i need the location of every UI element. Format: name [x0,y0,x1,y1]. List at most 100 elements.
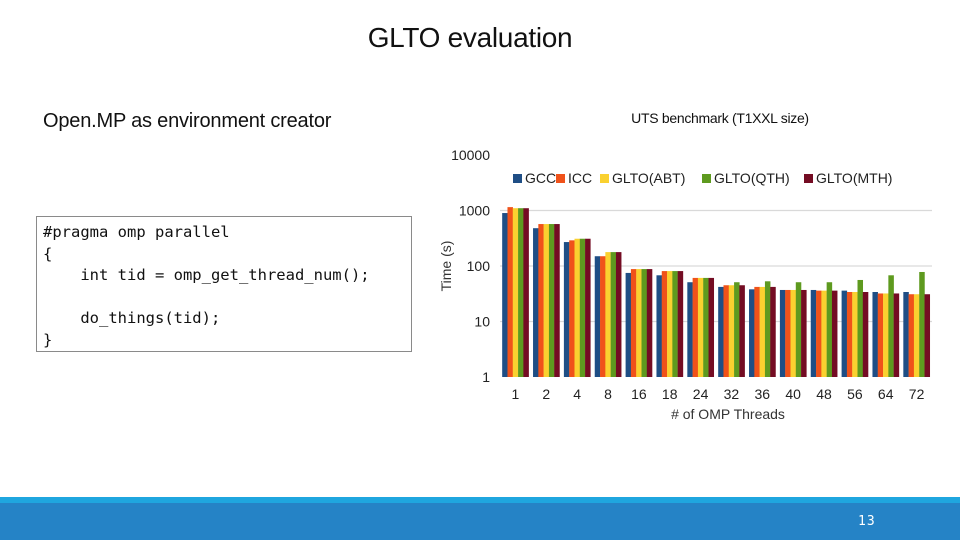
x-tick-label: 2 [542,386,550,402]
x-tick-label: 4 [573,386,581,402]
bar-gcc-56 [841,290,848,377]
x-tick-label: 32 [724,386,740,402]
x-tick-label: 18 [662,386,678,402]
bar-gltoqth-48 [826,282,833,377]
legend-label: GLTO(ABT) [612,170,685,186]
bar-chart: 110100100010000 1 2 4 8 16 18 24 32 36 40 48 56 64 72… [438,147,932,422]
legend-swatch [556,174,565,183]
legend-label: GCC [525,170,556,186]
bar-gcc-36 [749,289,755,377]
bar-gltoqth-16 [641,269,648,377]
bar-icc-36 [754,286,760,377]
legend-label: ICC [568,170,592,186]
bar-gcc-72 [903,292,909,377]
y-axis-ticks: 1 10 100 1000 10000 [451,147,490,385]
bar-gltoabt-24 [697,277,704,377]
bar-gltoabt-4 [574,238,580,377]
legend-swatch [513,174,522,183]
y-tick-label: 10000 [451,147,490,163]
bars [502,207,931,377]
x-tick-label: 56 [847,386,863,402]
bar-gltomth-1 [523,208,529,377]
bar-gltomth-2 [554,224,560,377]
bar-gltomth-64 [893,293,900,377]
x-tick-label: 64 [878,386,894,402]
y-tick-label: 1000 [459,203,490,219]
y-tick-label: 1 [482,369,490,385]
bar-gcc-64 [872,292,878,377]
bar-icc-32 [723,285,729,377]
bar-icc-2 [538,224,544,377]
code-line: { [43,244,53,263]
bar-gcc-2 [533,228,539,377]
code-line: int tid = omp_get_thread_num(); [43,266,370,284]
bar-gltoabt-2 [543,224,550,377]
legend-swatch [600,174,609,183]
bar-gcc-40 [779,289,786,377]
bar-gltoqth-24 [703,277,709,377]
page-number: 13 [858,514,876,529]
x-tick-label: 24 [693,386,709,402]
x-axis-label: # of OMP Threads [671,406,785,422]
bar-icc-8 [600,256,606,377]
footer-bar [0,503,960,540]
bar-gltoqth-18 [672,271,678,377]
x-tick-label: 48 [816,386,832,402]
bar-gcc-4 [563,242,570,377]
bar-icc-48 [816,290,822,377]
bar-icc-1 [507,207,513,377]
bar-gltoqth-8 [610,252,617,377]
legend: GCC ICC GLTO(ABT) GLTO(QTH) GLTO(MTH) [513,170,892,186]
bar-gltomth-8 [615,252,622,377]
bar-gltoqth-2 [548,224,555,377]
bar-icc-40 [785,289,791,377]
bar-icc-16 [630,269,637,377]
y-axis-label: Time (s) [438,241,454,292]
x-tick-label: 40 [785,386,801,402]
legend-swatch [702,174,711,183]
bar-gltomth-72 [924,294,931,377]
bar-gltoabt-32 [728,285,735,377]
bar-gltoabt-36 [759,286,766,377]
chart-title: UTS benchmark (T1XXL size) [631,110,809,126]
bar-gltoqth-36 [764,281,771,377]
code-line: do_things(tid); [43,309,221,327]
x-tick-label: 16 [631,386,647,402]
x-tick-label: 72 [909,386,925,402]
bar-icc-64 [877,293,884,377]
legend-label: GLTO(MTH) [816,170,892,186]
bar-gltoqth-4 [579,238,586,377]
bar-gcc-18 [656,275,662,377]
bar-gltomth-40 [801,289,807,377]
bar-gcc-8 [594,256,601,377]
bar-gcc-32 [718,286,724,377]
slide-subtitle: Open.MP as environment creator [43,110,332,132]
bar-gltoqth-64 [888,275,894,377]
bar-gltoqth-1 [518,208,524,377]
bar-gltoqth-32 [734,282,740,377]
legend-swatch [804,174,813,183]
bar-gltomth-24 [708,277,715,377]
bar-gltomth-4 [585,238,591,377]
bar-gltoabt-56 [852,292,858,377]
bar-icc-18 [661,271,668,377]
bar-gltomth-48 [831,290,838,377]
bar-icc-72 [908,294,915,377]
code-line: #pragma omp parallel [43,223,230,241]
bar-gltomth-36 [770,286,776,377]
bar-icc-56 [846,292,853,377]
bar-gltoabt-48 [821,290,827,377]
x-tick-label: 8 [604,386,612,402]
x-tick-label: 36 [754,386,770,402]
bar-gltoqth-40 [795,282,802,377]
bar-gltoabt-72 [913,294,920,377]
legend-label: GLTO(QTH) [714,170,790,186]
bar-gltoqth-72 [919,271,925,377]
bar-gcc-1 [502,213,508,377]
y-tick-label: 10 [474,314,490,330]
bar-gltoabt-1 [512,208,519,377]
bar-gltoabt-16 [636,269,642,377]
y-tick-label: 100 [467,258,491,274]
x-tick-label: 1 [512,386,520,402]
